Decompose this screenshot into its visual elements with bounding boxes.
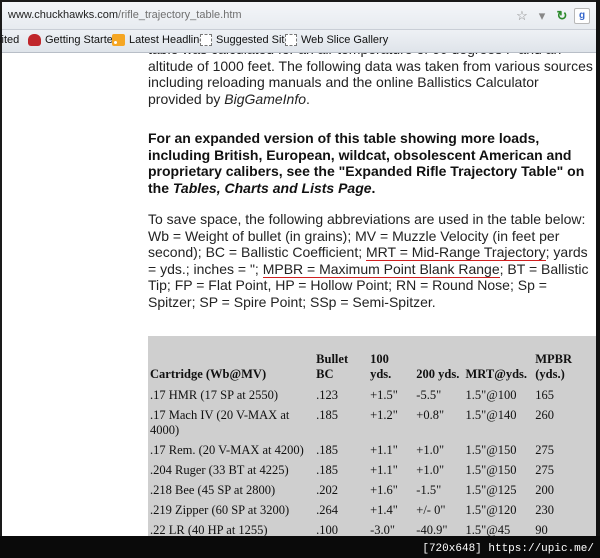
table-cell: +1.2" bbox=[370, 408, 398, 422]
header-mpbr: MPBR (yds.) bbox=[535, 352, 573, 381]
paragraph-intro-text: table was calculated for an air temperat… bbox=[148, 53, 593, 107]
google-icon[interactable]: g bbox=[574, 8, 590, 24]
header-cartridge: Cartridge (Wb@MV) bbox=[150, 367, 267, 381]
table-cell: .17 Rem. (20 V-MAX at 4200) bbox=[150, 443, 304, 457]
table-cell: 275 bbox=[535, 463, 554, 477]
table-cell: .185 bbox=[316, 443, 339, 457]
table-cell: -3.0" bbox=[370, 523, 395, 536]
table-cell: -5.5" bbox=[416, 388, 442, 402]
table-cell: +1.1" bbox=[370, 463, 398, 477]
table-cell: .219 Zipper (60 SP at 3200) bbox=[150, 503, 290, 517]
table-cell: 165 bbox=[535, 388, 554, 402]
table-cell: -40.9" bbox=[416, 523, 448, 536]
bookmark-sited[interactable]: sited bbox=[0, 34, 19, 46]
table-cell: 1.5"@45 bbox=[465, 523, 511, 536]
trajectory-table: Cartridge (Wb@MV) Bullet BC 100 yds. 200… bbox=[148, 336, 596, 536]
bookmark-label: sited bbox=[0, 34, 20, 46]
table-header-row: Cartridge (Wb@MV) Bullet BC 100 yds. 200… bbox=[148, 336, 596, 386]
bookmark-web-slice-gallery[interactable]: Web Slice Gallery bbox=[285, 34, 388, 46]
table-cell: 1.5"@150 bbox=[465, 463, 517, 477]
page-content[interactable]: table was calculated for an air temperat… bbox=[2, 53, 596, 536]
table-cell: +1.6" bbox=[370, 483, 398, 497]
table-row: .219 Zipper (60 SP at 3200) .264 +1.4" +/- … bbox=[148, 501, 596, 521]
table-cell: .17 HMR (17 SP at 2550) bbox=[150, 388, 279, 402]
table-cell: +1.5" bbox=[370, 388, 398, 402]
header-bc: Bullet BC bbox=[316, 352, 349, 381]
table-cell: .17 Mach IV (20 V-MAX at 4000) bbox=[150, 408, 290, 437]
table-cell: 1.5"@150 bbox=[465, 443, 517, 457]
table-cell: .218 Bee (45 SP at 2800) bbox=[150, 483, 276, 497]
table-cell: +1.1" bbox=[370, 443, 398, 457]
table-cell: +/- 0" bbox=[416, 503, 446, 517]
table-cell: .185 bbox=[316, 463, 339, 477]
star-icon[interactable]: ☆ bbox=[514, 8, 530, 24]
address-bar-icons: ☆ ▾ ↻ g bbox=[510, 7, 590, 25]
paragraph-intro: table was calculated for an air temperat… bbox=[148, 53, 593, 107]
window-frame-right bbox=[596, 0, 600, 558]
paragraph-expanded: For an expanded version of this table sh… bbox=[148, 130, 593, 196]
table-cell: +0.8" bbox=[416, 408, 445, 422]
bookmark-suggested-sites[interactable]: Suggested Sites bbox=[200, 34, 296, 46]
paragraph-end: . bbox=[306, 90, 310, 107]
table-cell: 1.5"@140 bbox=[465, 408, 517, 422]
table-cell: .100 bbox=[316, 523, 339, 536]
abbrev-mrt: MRT = Mid-Range Trajectory bbox=[366, 244, 546, 261]
table-cell: 200 bbox=[535, 483, 554, 497]
reload-icon[interactable]: ↻ bbox=[554, 8, 570, 24]
table-cell: .204 Ruger (33 BT at 4225) bbox=[150, 463, 289, 477]
table-cell: 1.5"@100 bbox=[465, 388, 517, 402]
table-cell: 1.5"@120 bbox=[465, 503, 517, 517]
table-cell: 260 bbox=[535, 408, 554, 422]
address-bar[interactable]: www.chuckhawks.com/rifle_trajectory_tabl… bbox=[2, 2, 596, 30]
header-200yds: 200 yds. bbox=[416, 367, 460, 381]
table-row: .204 Ruger (33 BT at 4225) .185 +1.1" +1.0"… bbox=[148, 461, 596, 481]
bookmark-label: Latest Headlines bbox=[129, 34, 211, 46]
bookmark-latest-headlines[interactable]: Latest Headlines bbox=[112, 34, 211, 46]
biggameinfo-link[interactable]: BigGameInfo bbox=[224, 91, 306, 107]
table-body: .17 HMR (17 SP at 2550) .123 +1.5" -5.5" 1.5… bbox=[148, 386, 596, 536]
header-mrt: MRT@yds. bbox=[465, 367, 528, 381]
table-cell: .202 bbox=[316, 483, 339, 497]
table-cell: 90 bbox=[535, 523, 548, 536]
footer-banner: [720x648] https://upic.me/ bbox=[422, 543, 594, 555]
firefox-icon bbox=[28, 34, 41, 46]
rss-icon bbox=[112, 34, 125, 46]
table-cell: .22 LR (40 HP at 1255) bbox=[150, 523, 268, 536]
table-cell: -1.5" bbox=[416, 483, 442, 497]
bookmark-label: Web Slice Gallery bbox=[301, 34, 389, 46]
url-domain: www.chuckhawks.com bbox=[8, 9, 119, 21]
table-cell: 230 bbox=[535, 503, 554, 517]
table-row: .17 Mach IV (20 V-MAX at 4000) .185 +1.2" +… bbox=[148, 406, 596, 441]
page-icon bbox=[285, 34, 297, 46]
tables-charts-link[interactable]: Tables, Charts and Lists Page bbox=[173, 180, 372, 196]
trajectory-table-grid: Cartridge (Wb@MV) Bullet BC 100 yds. 200… bbox=[148, 336, 596, 536]
table-row: .218 Bee (45 SP at 2800) .202 +1.6" -1.5" 1.… bbox=[148, 481, 596, 501]
table-cell: .264 bbox=[316, 503, 339, 517]
table-cell: +1.0" bbox=[416, 463, 445, 477]
table-row: .17 Rem. (20 V-MAX at 4200) .185 +1.1" +1.0… bbox=[148, 441, 596, 461]
page-icon bbox=[200, 34, 212, 46]
url-path: /rifle_trajectory_table.htm bbox=[118, 9, 242, 21]
paragraph-end: . bbox=[371, 179, 376, 196]
bookmark-getting-started[interactable]: Getting Started bbox=[28, 34, 119, 46]
paragraph-abbreviations: To save space, the following abbreviatio… bbox=[148, 211, 593, 310]
bookmarks-bar: sited Getting Started Latest Headlines S… bbox=[0, 30, 596, 53]
table-cell: 1.5"@125 bbox=[465, 483, 517, 497]
abbrev-mpbr: MPBR = Maximum Point Blank Range bbox=[262, 260, 500, 278]
table-cell: 275 bbox=[535, 443, 554, 457]
table-row: .22 LR (40 HP at 1255) .100 -3.0" -40.9" 1.5… bbox=[148, 521, 596, 536]
table-cell: +1.0" bbox=[416, 443, 445, 457]
window-frame-bottom: [720x648] https://upic.me/ bbox=[0, 536, 600, 558]
table-cell: +1.4" bbox=[370, 503, 398, 517]
table-cell: .185 bbox=[316, 408, 339, 422]
table-cell: .123 bbox=[316, 388, 339, 402]
address-url[interactable]: www.chuckhawks.com/rifle_trajectory_tabl… bbox=[8, 9, 242, 21]
bookmark-label: Getting Started bbox=[45, 34, 119, 46]
table-row: .17 HMR (17 SP at 2550) .123 +1.5" -5.5" 1.5… bbox=[148, 386, 596, 406]
dropdown-icon[interactable]: ▾ bbox=[534, 8, 550, 24]
header-100yds: 100 yds. bbox=[370, 352, 392, 381]
